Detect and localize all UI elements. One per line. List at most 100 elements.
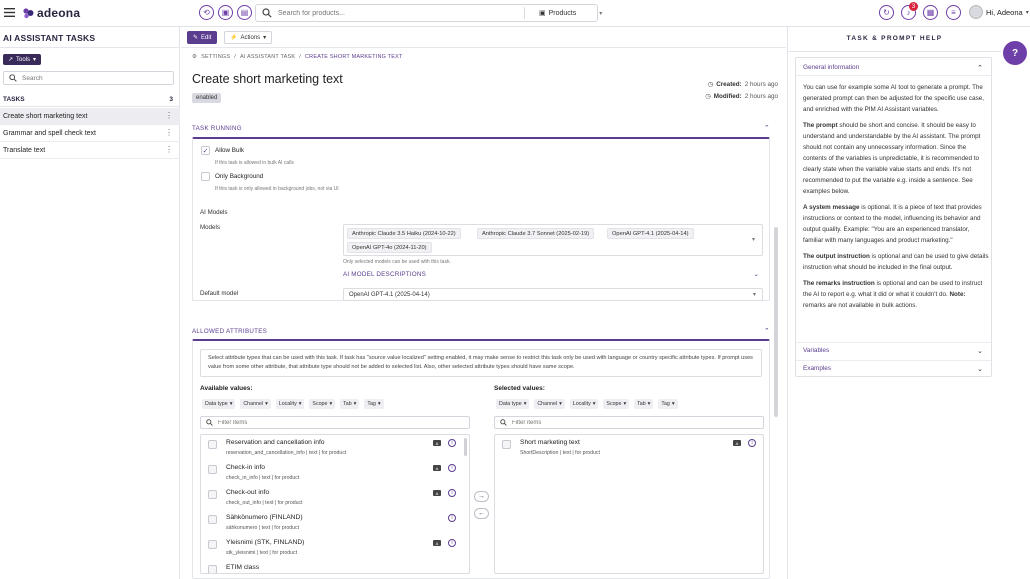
list-item[interactable]: Sähkönumero (FINLAND) sähkonumero | text … (201, 510, 469, 535)
available-filter-search[interactable] (200, 416, 470, 429)
selected-values-list[interactable]: Short marketing text ShortDescription | t… (494, 434, 764, 574)
task-item[interactable]: Grammar and spell check text ⋮ (0, 125, 180, 142)
list-item[interactable]: Yleisnimi (STK, FINLAND) stk_yleisnimi | … (201, 535, 469, 560)
filter-tab[interactable]: Tab ▾ (634, 399, 654, 409)
help-card: General information ⌃ You can use for exa… (795, 57, 992, 377)
filter-scope[interactable]: Scope ▾ (309, 399, 336, 409)
model-chip[interactable]: OpenAI GPT-4.1 (2025-04-14) (607, 228, 694, 239)
item-checkbox[interactable] (208, 465, 217, 474)
item-checkbox[interactable] (502, 440, 511, 449)
item-checkbox[interactable] (208, 565, 217, 573)
default-model-select[interactable]: OpenAI GPT-4.1 (2025-04-14) ▾ (343, 288, 763, 301)
info-icon[interactable]: i (748, 439, 756, 447)
filter-locality[interactable]: Locality ▾ (275, 399, 305, 409)
models-hint: Only selected models can be used with th… (343, 259, 451, 265)
info-icon[interactable]: i (448, 464, 456, 472)
tools-button[interactable]: ↗ Tools ▾ (3, 54, 42, 65)
task-item[interactable]: Translate text ⋮ (0, 142, 180, 159)
menu-icon[interactable] (4, 7, 15, 18)
item-name: ETIM class (226, 564, 260, 571)
item-checkbox[interactable] (208, 490, 217, 499)
help-text: should be short and concise. It should b… (803, 122, 981, 195)
list-item[interactable]: ETIM class (201, 560, 469, 573)
allow-bulk-checkbox[interactable]: ✓ (201, 146, 210, 155)
ai-model-descriptions-toggle[interactable]: AI MODEL DESCRIPTIONS ⌄ (343, 271, 763, 281)
box-icon: ▣ (539, 10, 546, 17)
task-running-header[interactable]: TASK RUNNING ⌃ (192, 121, 770, 135)
task-search[interactable] (3, 71, 174, 85)
chevron-down-icon: ⌄ (977, 347, 983, 355)
item-checkbox[interactable] (208, 515, 217, 524)
help-bold: A system message (803, 204, 860, 211)
kebab-menu-icon[interactable]: ⋮ (165, 129, 173, 137)
list-item[interactable]: Short marketing text ShortDescription | t… (495, 435, 763, 460)
kebab-menu-icon[interactable]: ⋮ (165, 112, 173, 120)
help-panel-title: TASK & PROMPT HELP (846, 35, 943, 42)
selected-values-title: Selected values: (494, 385, 545, 392)
available-filter-input[interactable] (218, 419, 338, 426)
history-icon[interactable]: ⟲ (199, 5, 214, 20)
selected-filter-input[interactable] (512, 419, 632, 426)
kebab-menu-icon[interactable]: ⋮ (165, 146, 173, 154)
selected-filter-search[interactable] (494, 416, 764, 429)
global-search-input[interactable] (278, 9, 508, 17)
item-checkbox[interactable] (208, 440, 217, 449)
logo[interactable]: adeona (22, 4, 80, 22)
task-item[interactable]: Create short marketing text ⋮ (0, 108, 180, 125)
actions-label: Actions (240, 34, 261, 41)
info-icon[interactable]: i (448, 514, 456, 522)
arrow-left-icon: ← (478, 510, 485, 517)
task-running-title: TASK RUNNING (192, 124, 242, 132)
item-checkbox[interactable] (208, 540, 217, 549)
calendar-icon[interactable]: ▦ (923, 5, 938, 20)
list-item[interactable]: Check-out info check_out_info | text | fo… (201, 485, 469, 510)
filter-tab[interactable]: Tab ▾ (340, 399, 360, 409)
filter-tag[interactable]: Tag ▾ (364, 399, 384, 409)
allowed-attributes-header[interactable]: ALLOWED ATTRIBUTES ⌃ (192, 324, 770, 338)
breadcrumb-ai-task[interactable]: AI ASSISTANT TASK (240, 54, 295, 60)
actions-button[interactable]: ⚡ Actions ▾ (224, 31, 273, 44)
info-icon[interactable]: i (448, 439, 456, 447)
help-fab-button[interactable]: ? (1003, 41, 1027, 65)
search-scope-select[interactable]: ▣ Products ▾ (539, 9, 602, 18)
remove-from-selected-button[interactable]: ← (474, 508, 489, 519)
user-menu[interactable]: Hi, Adeona ▾ (969, 5, 1029, 19)
filter-data-type[interactable]: Data type ▾ (202, 399, 236, 409)
filter-tag[interactable]: Tag ▾ (658, 399, 678, 409)
info-icon[interactable]: i (448, 489, 456, 497)
models-multiselect[interactable]: Anthropic Claude 3.5 Haiku (2024-10-22) … (343, 224, 763, 256)
edit-button[interactable]: ✎ Edit (187, 31, 218, 44)
document-icon[interactable]: ▤ (237, 5, 252, 20)
scrollbar[interactable] (774, 227, 778, 417)
examples-toggle[interactable]: Examples ⌄ (796, 360, 991, 376)
list-item[interactable]: Reservation and cancellation info reserva… (201, 435, 469, 460)
filter-channel[interactable]: Channel ▾ (534, 399, 565, 409)
only-background-label: Only Background (215, 173, 264, 180)
task-search-input[interactable] (22, 74, 162, 82)
info-icon[interactable]: i (448, 539, 456, 547)
breadcrumb-settings[interactable]: SETTINGS (201, 54, 230, 60)
filter-data-type[interactable]: Data type ▾ (496, 399, 530, 409)
variables-toggle[interactable]: Variables ⌄ (796, 342, 991, 358)
item-meta: sähkonumero | text | for product (226, 525, 300, 531)
refresh-icon[interactable]: ↻ (879, 5, 894, 20)
caret-down-icon: ▾ (329, 401, 333, 407)
available-filters: Data type ▾ Channel ▾ Locality ▾ Scope ▾ Tab… (202, 399, 384, 409)
model-chip[interactable]: Anthropic Claude 3.5 Haiku (2024-10-22) (347, 228, 461, 239)
database-icon[interactable]: ≡ (946, 5, 961, 20)
action-bar: ✎ Edit ⚡ Actions ▾ (181, 27, 786, 48)
global-search[interactable]: ▣Products ▾ (255, 4, 602, 22)
item-meta: check_out_info | text | for product (226, 500, 303, 506)
list-item[interactable]: Check-in info check_in_info | text | for … (201, 460, 469, 485)
filter-locality[interactable]: Locality ▾ (569, 399, 599, 409)
available-values-list[interactable]: Reservation and cancellation info reserva… (200, 434, 470, 574)
add-to-selected-button[interactable]: → (474, 491, 489, 502)
only-background-checkbox[interactable] (201, 172, 210, 181)
filter-label: Scope (606, 401, 622, 407)
general-information-toggle[interactable]: General information ⌃ (796, 60, 991, 76)
filter-scope[interactable]: Scope ▾ (603, 399, 630, 409)
model-chip[interactable]: OpenAI GPT-4o (2024-11-20) (347, 242, 432, 253)
model-chip[interactable]: Anthropic Claude 3.7 Sonnet (2025-02-19) (477, 228, 595, 239)
filter-channel[interactable]: Channel ▾ (240, 399, 271, 409)
box-icon[interactable]: ▣ (218, 5, 233, 20)
